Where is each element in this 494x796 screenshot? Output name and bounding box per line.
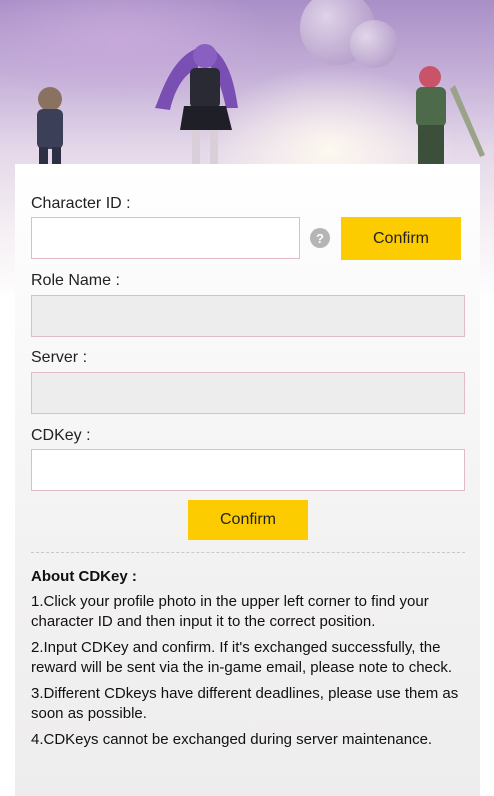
tip-item: 4.CDKeys cannot be exchanged during serv…	[31, 731, 433, 748]
tip-item: 3.Different CDkeys have different deadli…	[31, 685, 459, 722]
cdkey-confirm-button[interactable]: Confirm	[188, 500, 308, 540]
character-id-input[interactable]	[31, 217, 300, 259]
role-name-field	[31, 295, 465, 337]
cdkey-label: CDKey :	[31, 427, 91, 444]
about-cdkey-tips: 1.Click your profile photo in the upper …	[31, 592, 471, 756]
server-field	[31, 372, 465, 414]
character-id-confirm-button[interactable]: Confirm	[341, 217, 461, 260]
tip-item: 2.Input CDKey and confirm. If it's excha…	[31, 639, 453, 676]
help-icon[interactable]: ?	[310, 228, 330, 248]
cdkey-input[interactable]	[31, 449, 465, 491]
role-name-label: Role Name :	[31, 272, 120, 289]
character-id-label: Character ID :	[31, 195, 131, 212]
balloon-right	[350, 20, 398, 68]
server-label: Server :	[31, 349, 88, 366]
section-divider	[31, 552, 465, 553]
tip-item: 1.Click your profile photo in the upper …	[31, 593, 429, 630]
about-cdkey-title: About CDKey :	[31, 568, 137, 585]
cdkey-form-panel: Character ID : ? Confirm Role Name : Ser…	[15, 164, 480, 796]
